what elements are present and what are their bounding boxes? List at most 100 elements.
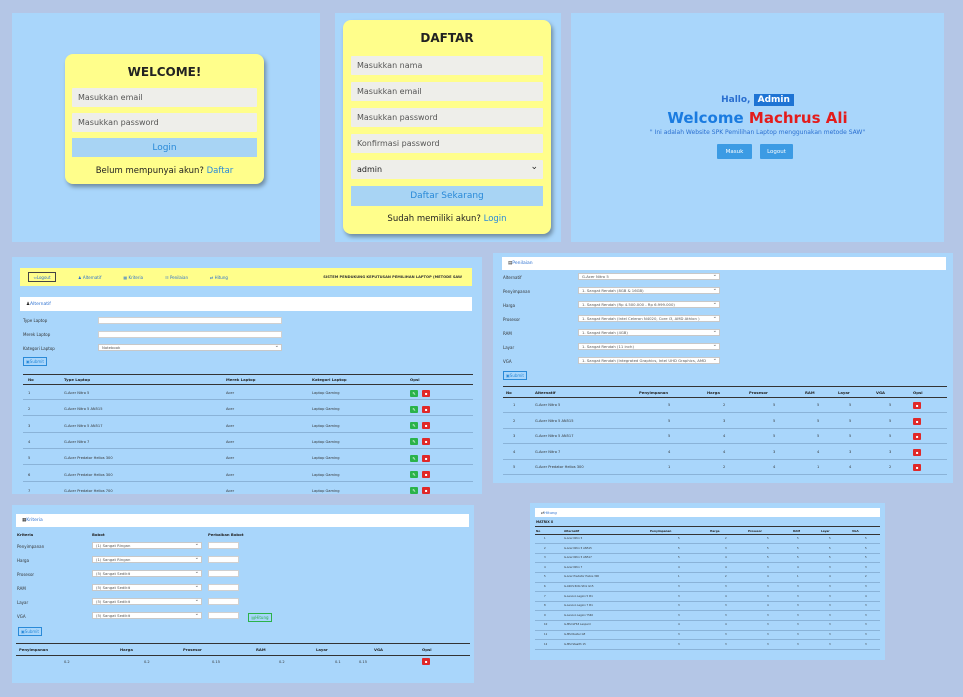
table-cell: 3 — [829, 594, 831, 598]
name-field[interactable]: Masukkan nama — [351, 56, 543, 75]
kriteria-panel: ▦ Kriteria Kriteria Bobot Perbaikan Bobo… — [12, 505, 474, 683]
edit-button[interactable]: ✎ — [410, 471, 418, 478]
nav-logout-button[interactable]: ⇦ Logout — [28, 272, 56, 282]
table-cell: G-Acer Predator Helios 300 — [564, 575, 600, 579]
table-cell: G-MSI GF63 Leopard — [564, 623, 591, 627]
system-title: SISTEM PENDUKUNG KEPUTUSAN PEMILIHAN LAP… — [323, 275, 462, 279]
table-cell: 5 — [889, 418, 892, 423]
delete-button[interactable]: ▪ — [913, 433, 921, 440]
delete-button[interactable]: ▪ — [422, 405, 430, 413]
delete-button[interactable]: ▪ — [422, 658, 430, 665]
table-cell: 3 — [865, 623, 867, 627]
email-field[interactable]: Masukkan email — [351, 82, 543, 101]
edit-icon: ✎ — [412, 472, 416, 477]
email-field[interactable]: Masukkan email — [72, 88, 257, 107]
edit-button[interactable]: ✎ — [410, 422, 418, 430]
bobot-select[interactable]: (5) Sangat Sedikit — [92, 597, 202, 605]
trash-icon: ▪ — [915, 434, 919, 439]
table-cell: Laptop Gaming — [312, 423, 340, 428]
logout-button[interactable]: Logout — [760, 144, 793, 159]
perbaikan-input[interactable] — [208, 584, 239, 591]
masuk-button[interactable]: Masuk — [717, 144, 752, 159]
delete-button[interactable]: ▪ — [422, 422, 430, 430]
delete-button[interactable]: ▪ — [422, 438, 430, 446]
type-input[interactable] — [98, 317, 282, 324]
edit-icon: ✎ — [412, 390, 416, 396]
delete-button[interactable]: ▪ — [913, 402, 921, 409]
register-link[interactable]: Daftar — [207, 166, 234, 176]
col-header: Layar — [316, 647, 328, 652]
edit-button[interactable]: ✎ — [410, 405, 418, 413]
tagline: " Ini adalah Website SPK Pemilihan Lapto… — [649, 129, 866, 136]
col-header: Alternatif — [535, 390, 556, 395]
field-label: Alternatif — [503, 275, 522, 280]
section-title: Alternatif — [30, 301, 51, 307]
col-header: VGA — [876, 390, 885, 395]
edit-button[interactable]: ✎ — [410, 454, 418, 462]
delete-button[interactable]: ▪ — [422, 471, 430, 478]
password-field[interactable]: Masukkan password — [351, 108, 543, 127]
nav-item-hitung[interactable]: ⇄ Hitung — [210, 275, 228, 280]
table-cell: 4 — [725, 594, 727, 598]
delete-button[interactable]: ▪ — [913, 417, 921, 425]
table-cell: 3 — [678, 633, 680, 636]
submit-button[interactable]: ▣ Submit — [18, 627, 42, 636]
bobot-select[interactable]: (5) Sangat Sedikit — [92, 569, 202, 577]
edit-button[interactable]: ✎ — [410, 487, 418, 494]
login-button[interactable]: Login — [72, 138, 257, 157]
perbaikan-input[interactable] — [208, 542, 239, 549]
perbaikan-input[interactable] — [208, 556, 239, 563]
perbaikan-input[interactable] — [208, 598, 239, 605]
table-cell: 4 — [678, 565, 680, 569]
delete-button[interactable]: ▪ — [913, 464, 921, 471]
bobot-select[interactable]: (1) Sangat Ringan — [92, 555, 202, 563]
nav-item-kriteria[interactable]: ▦ Kriteria — [123, 275, 143, 280]
table-cell: 3 — [865, 633, 867, 636]
delete-button[interactable]: ▪ — [422, 389, 430, 397]
field-select[interactable]: 1. Sangat Rendah (Rp 4.500.000 - Rp 6.99… — [578, 300, 720, 308]
penilaian-panel: ▤ Penilaian Alternatif G-Acer Nitro 5 Peny… — [493, 253, 953, 483]
field-select[interactable]: 1. Sangat Rendah (Integrated Graphics, I… — [578, 356, 720, 364]
table-cell: 4 — [544, 565, 546, 569]
submit-button[interactable]: ▣ Submit — [23, 357, 47, 366]
table-cell: 3 — [865, 613, 867, 617]
field-select[interactable]: 1. Sangat Rendah (8GB & 16GB) — [578, 286, 720, 294]
field-select[interactable]: 1. Sangat Rendah (11 inch) — [578, 342, 720, 350]
password-field[interactable]: Masukkan password — [72, 113, 257, 132]
delete-button[interactable]: ▪ — [422, 454, 430, 462]
field-select[interactable]: 1. Sangat Rendah (4GB) — [578, 328, 720, 336]
table-cell: 3 — [725, 604, 727, 608]
role-select[interactable]: admin ⌄ — [351, 160, 543, 179]
table-cell: 5 — [668, 418, 671, 423]
confirm-password-field[interactable]: Konfirmasi password — [351, 134, 543, 153]
register-button[interactable]: Daftar Sekarang — [351, 186, 543, 206]
table-cell: 4 — [668, 449, 671, 454]
table-cell: 6 — [28, 472, 31, 477]
table-cell: 4 — [513, 449, 516, 454]
bobot-select[interactable]: (5) Sangat Sedikit — [92, 611, 202, 619]
perbaikan-input[interactable] — [208, 570, 239, 577]
delete-button[interactable]: ▪ — [422, 487, 430, 494]
col-header: VGA — [852, 528, 859, 533]
delete-button[interactable]: ▪ — [913, 448, 921, 456]
bobot-select[interactable]: (1) Sangat Ringan — [92, 541, 202, 549]
brand-input[interactable] — [98, 331, 282, 338]
field-select[interactable]: G-Acer Nitro 5 — [578, 272, 720, 280]
field-select[interactable]: 1. Sangat Rendah (Intel Celeron N4020, C… — [578, 314, 720, 322]
table-cell: 3 — [767, 613, 769, 617]
nav-item-alternatif[interactable]: ♟ Alternatif — [78, 275, 101, 280]
section-header: ♟ Alternatif — [20, 297, 472, 311]
bobot-select[interactable]: (5) Sangat Sedikit — [92, 583, 202, 591]
perbaikan-input[interactable] — [208, 612, 239, 619]
col-header: RAM — [793, 528, 801, 533]
edit-button[interactable]: ✎ — [410, 438, 418, 446]
hitung-button[interactable]: ▤ Hitung — [248, 613, 272, 622]
table-cell: G-Acer Predator Helios 300 — [535, 465, 584, 469]
category-select[interactable]: Notebook — [98, 343, 282, 351]
submit-button[interactable]: ▣ Submit — [503, 371, 527, 380]
col-header: Penyimpanan — [650, 528, 672, 533]
table-top-border — [16, 643, 470, 644]
edit-button[interactable]: ✎ — [410, 389, 418, 397]
nav-item-penilaian[interactable]: ☷ Penilaian — [165, 275, 188, 280]
login-link[interactable]: Login — [484, 214, 507, 224]
